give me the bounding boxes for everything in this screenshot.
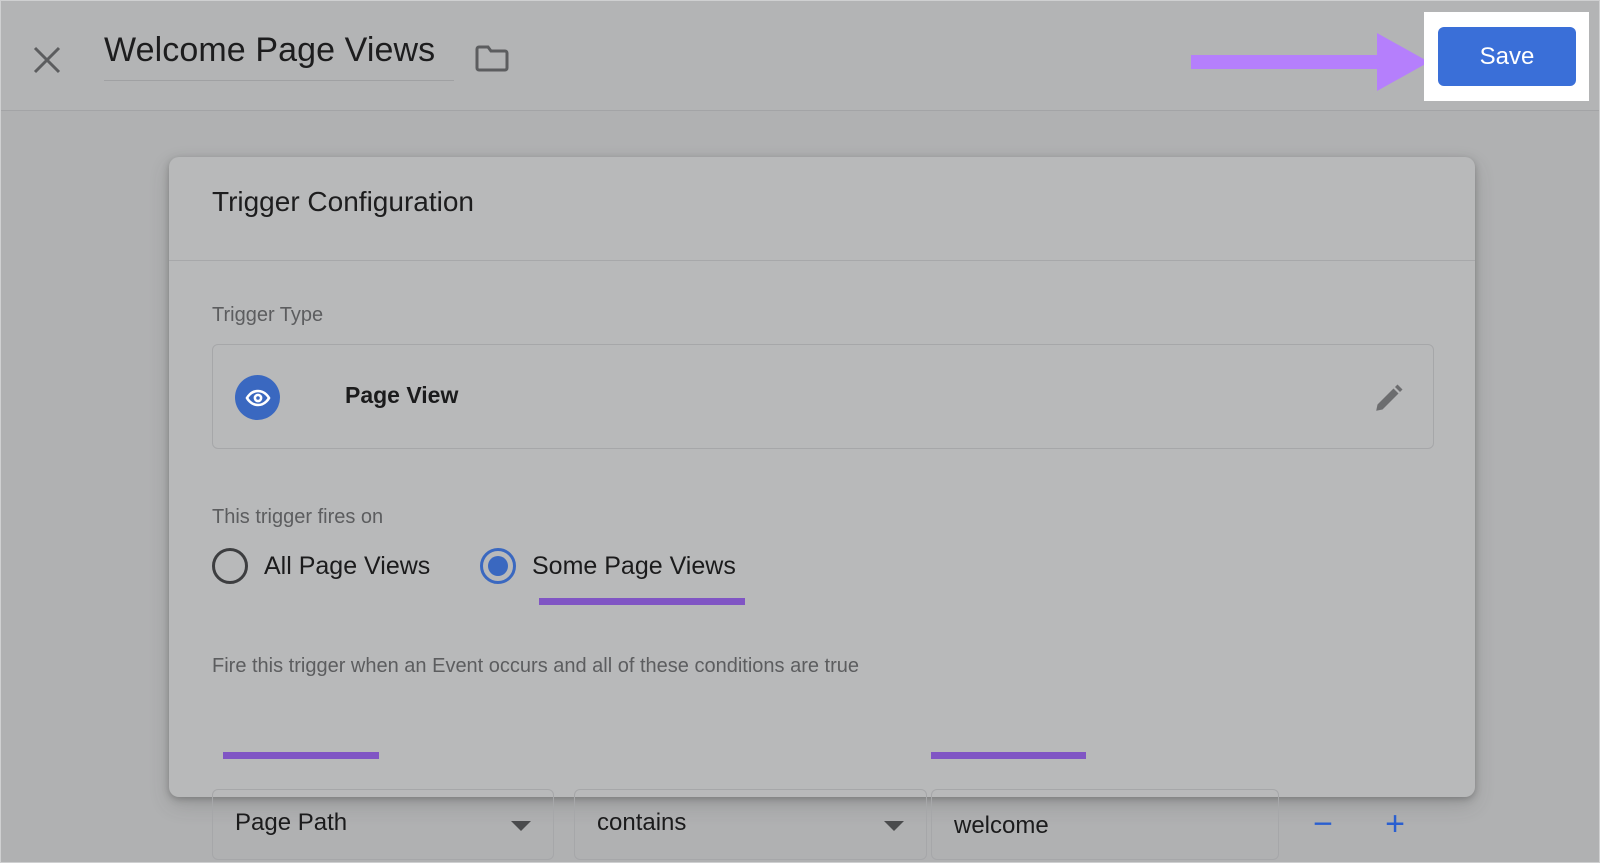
- trigger-type-label: Trigger Type: [212, 304, 323, 327]
- condition-variable-select[interactable]: Page Path: [212, 789, 554, 860]
- trigger-type-selector[interactable]: Page View: [212, 344, 1434, 449]
- eye-icon: [235, 375, 280, 420]
- folder-icon: [475, 44, 509, 79]
- close-icon: [30, 43, 64, 77]
- folder-button[interactable]: [471, 41, 513, 81]
- card-title: Trigger Configuration: [212, 186, 474, 218]
- page-title: Welcome Page Views: [104, 28, 454, 72]
- trigger-editor-screen: Welcome Page Views Save Trigger Configur…: [0, 0, 1600, 863]
- trigger-type-name: Page View: [345, 382, 458, 409]
- condition-value-field[interactable]: [931, 789, 1279, 860]
- radio-some-page-views-label: Some Page Views: [532, 552, 736, 581]
- radio-some-page-views[interactable]: Some Page Views: [480, 548, 736, 584]
- annotation-arrow: [1191, 31, 1431, 93]
- radio-all-page-views-label: All Page Views: [264, 552, 430, 581]
- chevron-down-icon: [511, 821, 531, 831]
- save-button[interactable]: Save: [1438, 27, 1576, 86]
- fires-on-label: This trigger fires on: [212, 506, 383, 529]
- pencil-icon[interactable]: [1366, 375, 1411, 420]
- radio-selected-icon: [480, 548, 516, 584]
- remove-condition-button[interactable]: −: [1297, 789, 1349, 860]
- add-condition-button[interactable]: +: [1369, 789, 1421, 860]
- annotation-underline-page-path: [223, 752, 379, 759]
- condition-operator-value: contains: [597, 809, 686, 837]
- condition-operator-select[interactable]: contains: [574, 789, 927, 860]
- close-button[interactable]: [21, 34, 73, 86]
- condition-value-input[interactable]: [933, 791, 1279, 860]
- chevron-down-icon: [884, 821, 904, 831]
- card-header: Trigger Configuration: [169, 157, 1475, 261]
- trigger-configuration-card: Trigger Configuration Trigger Type Page …: [169, 157, 1475, 797]
- trigger-name-field[interactable]: Welcome Page Views: [104, 28, 454, 81]
- annotation-underline-some-page-views: [539, 598, 745, 605]
- top-app-bar: Welcome Page Views Save: [1, 1, 1600, 111]
- annotation-underline-welcome: [931, 752, 1086, 759]
- radio-all-page-views[interactable]: All Page Views: [212, 548, 430, 584]
- condition-variable-value: Page Path: [235, 809, 347, 837]
- conditions-label: Fire this trigger when an Event occurs a…: [212, 655, 859, 678]
- radio-unselected-icon: [212, 548, 248, 584]
